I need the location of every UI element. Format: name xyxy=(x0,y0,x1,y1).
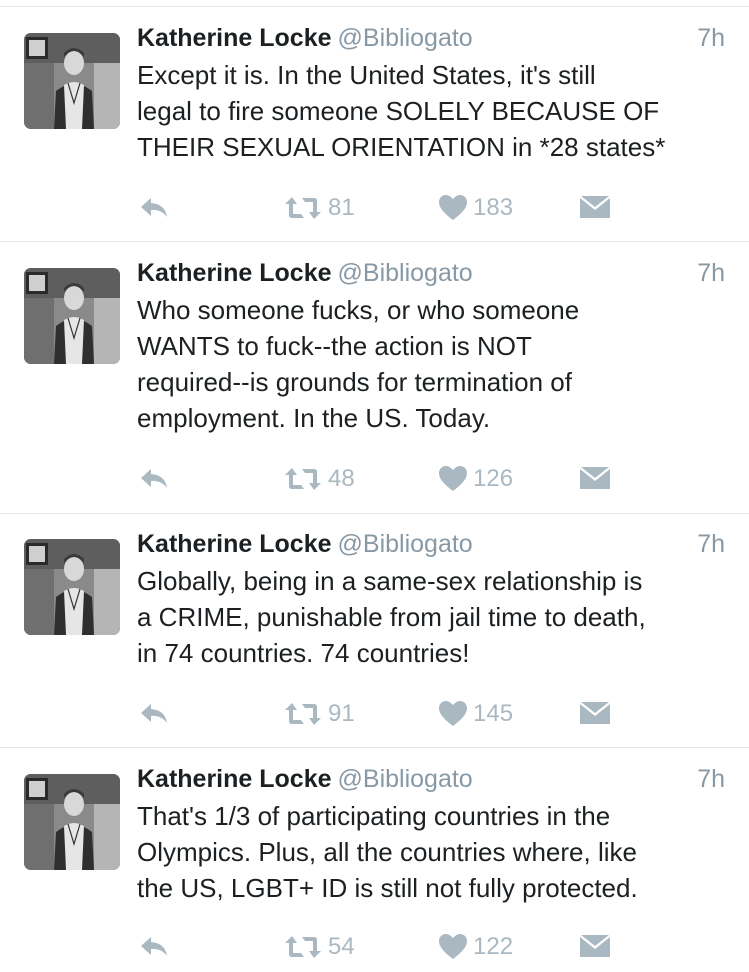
retweet-count: 48 xyxy=(328,465,355,492)
message-button[interactable] xyxy=(580,464,610,494)
tweet-text: That's 1/3 of participating countries in… xyxy=(137,801,638,903)
heart-icon xyxy=(439,934,467,959)
timestamp[interactable]: 7h xyxy=(697,529,725,559)
message-button[interactable] xyxy=(580,699,610,729)
timestamp[interactable]: 7h xyxy=(697,23,725,53)
like-button[interactable]: 122 xyxy=(439,932,513,962)
reply-icon xyxy=(141,704,167,723)
tweet-3[interactable]: Katherine Locke @Bibliogato 7h Globally, … xyxy=(0,530,749,748)
author-handle[interactable]: @Bibliogato xyxy=(338,24,473,52)
tweet-divider xyxy=(0,747,749,748)
like-button[interactable]: 126 xyxy=(439,464,513,494)
tweet-actions: 48 126 xyxy=(0,464,749,494)
tweet-4[interactable]: Katherine Locke @Bibliogato 7h That's 1/3… xyxy=(0,765,749,972)
retweet-count: 54 xyxy=(328,933,355,960)
avatar[interactable] xyxy=(24,33,120,129)
tweet-text: Except it is. In the United States, it's… xyxy=(137,60,666,162)
avatar[interactable] xyxy=(24,539,120,635)
tweet-actions: 81 183 xyxy=(0,193,749,223)
avatar[interactable] xyxy=(24,268,120,364)
retweet-count: 81 xyxy=(328,194,355,221)
envelope-icon xyxy=(580,702,610,724)
reply-button[interactable] xyxy=(138,193,170,223)
like-button[interactable]: 183 xyxy=(439,193,513,223)
timestamp[interactable]: 7h xyxy=(697,258,725,288)
message-button[interactable] xyxy=(580,193,610,223)
tweet-text: Globally, being in a same-sex relationsh… xyxy=(137,566,646,668)
like-button[interactable]: 145 xyxy=(439,699,513,729)
tweet-1[interactable]: Katherine Locke @Bibliogato 7h Except it … xyxy=(0,24,749,242)
author-handle[interactable]: @Bibliogato xyxy=(338,530,473,558)
reply-button[interactable] xyxy=(138,699,170,729)
envelope-icon xyxy=(580,467,610,489)
tweet-actions: 54 122 xyxy=(0,932,749,962)
author-name[interactable]: Katherine Locke xyxy=(137,259,332,287)
retweet-button[interactable]: 81 xyxy=(284,193,355,223)
tweet-header: Katherine Locke @Bibliogato 7h xyxy=(137,23,725,53)
retweet-icon xyxy=(285,197,321,219)
heart-icon xyxy=(439,701,467,726)
retweet-button[interactable]: 48 xyxy=(284,464,355,494)
tweet-2[interactable]: Katherine Locke @Bibliogato 7h Who someon… xyxy=(0,259,749,514)
reply-icon xyxy=(141,937,167,956)
tweet-header: Katherine Locke @Bibliogato 7h xyxy=(137,529,725,559)
author-name[interactable]: Katherine Locke xyxy=(137,765,332,793)
like-count: 122 xyxy=(473,933,514,960)
like-count: 126 xyxy=(473,465,514,492)
retweet-icon xyxy=(285,703,321,725)
reply-button[interactable] xyxy=(138,464,170,494)
author-name[interactable]: Katherine Locke xyxy=(137,530,332,558)
tweet-text: Who someone fucks, or who someone WANTS … xyxy=(137,295,580,433)
reply-icon xyxy=(141,469,167,488)
author-name[interactable]: Katherine Locke xyxy=(137,24,332,52)
retweet-button[interactable]: 91 xyxy=(284,699,355,729)
avatar[interactable] xyxy=(24,774,120,870)
reply-button[interactable] xyxy=(138,932,170,962)
author-handle[interactable]: @Bibliogato xyxy=(338,259,473,287)
reply-icon xyxy=(141,198,167,217)
tweet-divider xyxy=(0,241,749,242)
author-handle[interactable]: @Bibliogato xyxy=(338,765,473,793)
retweet-icon xyxy=(285,468,321,490)
retweet-icon xyxy=(285,936,321,958)
tweet-actions: 91 145 xyxy=(0,699,749,729)
retweet-count: 91 xyxy=(328,700,355,727)
tweet-header: Katherine Locke @Bibliogato 7h xyxy=(137,764,725,794)
timestamp[interactable]: 7h xyxy=(697,764,725,794)
top-divider xyxy=(0,6,749,7)
like-count: 145 xyxy=(473,700,514,727)
like-count: 183 xyxy=(473,194,514,221)
tweet-divider xyxy=(0,513,749,514)
envelope-icon xyxy=(580,935,610,957)
tweet-header: Katherine Locke @Bibliogato 7h xyxy=(137,258,725,288)
heart-icon xyxy=(439,466,467,491)
heart-icon xyxy=(439,195,467,220)
retweet-button[interactable]: 54 xyxy=(284,932,355,962)
envelope-icon xyxy=(580,196,610,218)
message-button[interactable] xyxy=(580,932,610,962)
